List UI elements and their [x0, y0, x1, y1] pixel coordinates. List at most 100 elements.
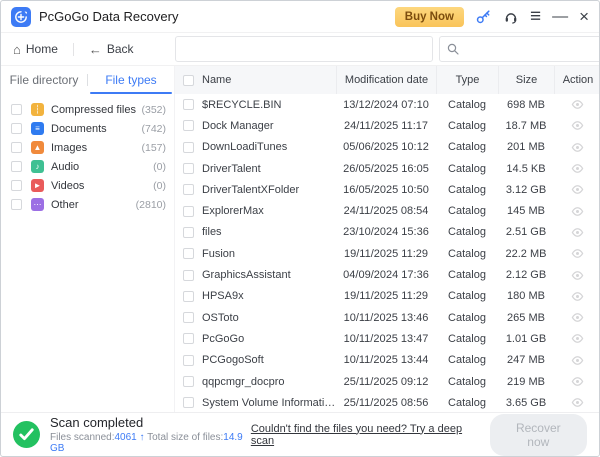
file-size: 3.12 GB — [498, 184, 554, 196]
preview-eye-icon[interactable] — [571, 119, 584, 132]
table-row[interactable]: DriverTalentXFolder 16/05/2025 10:50 Cat… — [175, 179, 599, 200]
file-date: 19/11/2025 11:29 — [336, 290, 436, 302]
table-row[interactable]: Dock Manager 24/11/2025 11:17 Catalog 18… — [175, 115, 599, 136]
back-button[interactable]: ← Back — [89, 42, 134, 57]
row-checkbox[interactable] — [183, 227, 194, 238]
row-checkbox[interactable] — [183, 397, 194, 408]
header-name[interactable]: Name — [202, 74, 231, 86]
file-date: 10/11/2025 13:44 — [336, 354, 436, 366]
file-type-checkbox[interactable] — [11, 104, 22, 115]
table-row[interactable]: System Volume Information 25/11/2025 08:… — [175, 392, 599, 412]
row-checkbox[interactable] — [183, 206, 194, 217]
header-size[interactable]: Size — [498, 66, 554, 94]
table-row[interactable]: qqpcmgr_docpro 25/11/2025 09:12 Catalog … — [175, 371, 599, 392]
file-type: Catalog — [436, 290, 498, 302]
row-checkbox[interactable] — [183, 163, 194, 174]
select-all-checkbox[interactable] — [183, 75, 194, 86]
table-row[interactable]: files 23/10/2024 15:36 Catalog 2.51 GB — [175, 222, 599, 243]
table-row[interactable]: HPSA9x 19/11/2025 11:29 Catalog 180 MB — [175, 286, 599, 307]
row-checkbox[interactable] — [183, 376, 194, 387]
preview-eye-icon[interactable] — [571, 98, 584, 111]
file-type-checkbox[interactable] — [11, 123, 22, 134]
file-size: 18.7 MB — [498, 120, 554, 132]
file-type-checkbox[interactable] — [11, 142, 22, 153]
file-size: 2.12 GB — [498, 269, 554, 281]
file-table: Name Modification date Type Size Action … — [175, 66, 599, 412]
tab-file-directory[interactable]: File directory — [1, 66, 87, 94]
preview-eye-icon[interactable] — [571, 269, 584, 282]
row-checkbox[interactable] — [183, 333, 194, 344]
file-type-list: ┆ Compressed files (352) ≡ Documents (74… — [1, 94, 174, 214]
preview-eye-icon[interactable] — [571, 290, 584, 303]
table-row[interactable]: PCGogoSoft 10/11/2025 13:44 Catalog 247 … — [175, 350, 599, 371]
recover-now-button[interactable]: Recover now — [490, 414, 587, 456]
close-button[interactable]: × — [579, 9, 589, 25]
preview-eye-icon[interactable] — [571, 247, 584, 260]
preview-eye-icon[interactable] — [571, 183, 584, 196]
row-checkbox[interactable] — [183, 99, 194, 110]
file-type-item[interactable]: ⋯ Other (2810) — [1, 195, 174, 214]
table-row[interactable]: DownLoadiTunes 05/06/2025 10:12 Catalog … — [175, 137, 599, 158]
license-key-icon[interactable] — [475, 8, 492, 25]
file-type-icon: ▲ — [31, 141, 44, 154]
preview-eye-icon[interactable] — [571, 311, 584, 324]
preview-eye-icon[interactable] — [571, 205, 584, 218]
file-type-item[interactable]: ♪ Audio (0) — [1, 157, 174, 176]
preview-eye-icon[interactable] — [571, 162, 584, 175]
file-type-label: Videos — [51, 180, 153, 192]
file-type-item[interactable]: ≡ Documents (742) — [1, 119, 174, 138]
preview-eye-icon[interactable] — [571, 354, 584, 367]
deep-scan-link[interactable]: Couldn't find the files you need? Try a … — [251, 423, 480, 447]
file-type-item[interactable]: ▲ Images (157) — [1, 138, 174, 157]
tab-file-types[interactable]: File types — [88, 66, 174, 94]
buy-now-button[interactable]: Buy Now — [395, 7, 464, 27]
search-box[interactable] — [439, 36, 600, 62]
menu-icon[interactable]: ≡ — [530, 9, 541, 25]
row-checkbox[interactable] — [183, 142, 194, 153]
search-input[interactable] — [464, 43, 600, 55]
file-date: 10/11/2025 13:46 — [336, 312, 436, 324]
table-row[interactable]: $RECYCLE.BIN 13/12/2024 07:10 Catalog 69… — [175, 94, 599, 115]
row-checkbox[interactable] — [183, 270, 194, 281]
file-size: 265 MB — [498, 312, 554, 324]
file-type-count: (742) — [141, 123, 166, 135]
files-scanned-label: Files scanned: — [50, 432, 114, 443]
table-row[interactable]: ExplorerMax 24/11/2025 08:54 Catalog 145… — [175, 200, 599, 221]
row-checkbox[interactable] — [183, 355, 194, 366]
file-type-checkbox[interactable] — [11, 161, 22, 172]
file-type-item[interactable]: ► Videos (0) — [1, 176, 174, 195]
home-button[interactable]: ⌂ Home — [13, 42, 58, 57]
row-checkbox[interactable] — [183, 312, 194, 323]
table-row[interactable]: Fusion 19/11/2025 11:29 Catalog 22.2 MB — [175, 243, 599, 264]
file-name: $RECYCLE.BIN — [202, 99, 281, 111]
table-row[interactable]: GraphicsAssistant 04/09/2024 17:36 Catal… — [175, 264, 599, 285]
preview-eye-icon[interactable] — [571, 141, 584, 154]
header-modification-date[interactable]: Modification date — [336, 66, 436, 94]
minimize-button[interactable]: — — [552, 9, 568, 25]
preview-eye-icon[interactable] — [571, 226, 584, 239]
file-type-checkbox[interactable] — [11, 180, 22, 191]
table-row[interactable]: DriverTalent 26/05/2025 16:05 Catalog 14… — [175, 158, 599, 179]
preview-eye-icon[interactable] — [571, 332, 584, 345]
preview-eye-icon[interactable] — [571, 396, 584, 409]
file-name: Dock Manager — [202, 120, 274, 132]
home-label: Home — [26, 42, 58, 56]
file-name: PCGogoSoft — [202, 354, 264, 366]
file-name: DownLoadiTunes — [202, 141, 287, 153]
file-type-item[interactable]: ┆ Compressed files (352) — [1, 100, 174, 119]
support-headset-icon[interactable] — [503, 9, 519, 25]
table-row[interactable]: PcGoGo 10/11/2025 13:47 Catalog 1.01 GB — [175, 328, 599, 349]
row-checkbox[interactable] — [183, 120, 194, 131]
row-checkbox[interactable] — [183, 248, 194, 259]
row-checkbox[interactable] — [183, 184, 194, 195]
header-type[interactable]: Type — [436, 66, 498, 94]
table-row[interactable]: OSToto 10/11/2025 13:46 Catalog 265 MB — [175, 307, 599, 328]
path-input[interactable] — [175, 36, 433, 62]
row-checkbox[interactable] — [183, 291, 194, 302]
sidebar: File directory File types ┆ Compressed f… — [1, 66, 175, 412]
preview-eye-icon[interactable] — [571, 375, 584, 388]
file-type: Catalog — [436, 333, 498, 345]
file-type-count: (352) — [141, 104, 166, 116]
file-type-checkbox[interactable] — [11, 199, 22, 210]
file-type: Catalog — [436, 269, 498, 281]
